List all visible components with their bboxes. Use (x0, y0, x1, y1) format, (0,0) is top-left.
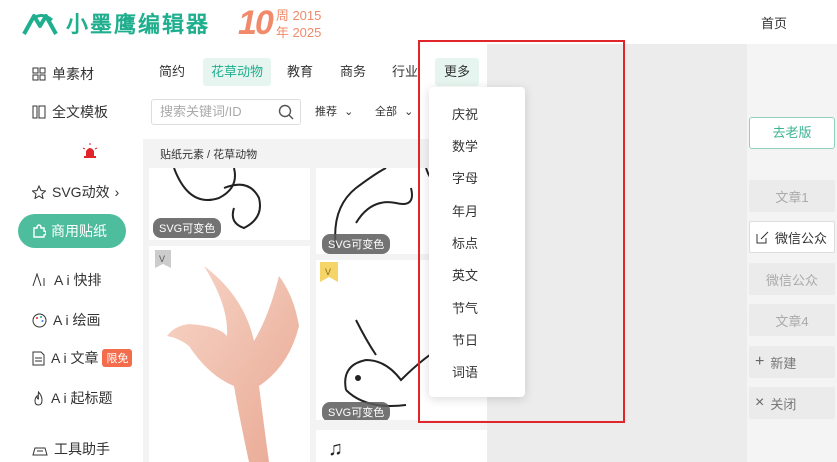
scope-select[interactable]: 全部 ⌄ (375, 99, 413, 125)
logo-text: 小墨鹰编辑器 (66, 12, 211, 37)
app-root: 小墨鹰编辑器 10 周 2015 年 2025 首页 单素材 全文模板 SVG动… (0, 0, 837, 462)
sidebar-item-label: 单素材 (52, 66, 94, 82)
anniversary-banner: 10 周 2015 年 2025 (238, 4, 321, 43)
sticker-card[interactable]: SVG可变色 (149, 168, 310, 240)
svg-color-tag: SVG可变色 (322, 234, 391, 254)
search-placeholder: 搜索关键词/ID (160, 104, 242, 119)
dropdown-item-words[interactable]: 词语 (429, 362, 501, 381)
chevron-right-icon: › (114, 184, 120, 200)
svg-text:V: V (159, 254, 165, 264)
article-tab-label: 微信公众 (775, 230, 828, 246)
left-sidebar: 单素材 全文模板 SVG动效 › 商用贴纸 A i 快排 A i 绘画 A i … (0, 44, 143, 462)
tab-more[interactable]: 更多 (435, 58, 479, 86)
doc-icon (32, 351, 45, 365)
svg-text:V: V (325, 267, 331, 277)
sidebar-item-single-material[interactable]: 单素材 (32, 64, 94, 84)
anniversary-number: 10 (238, 4, 274, 42)
sidebar-item-full-template[interactable]: 全文模板 (32, 102, 108, 122)
close-article-button[interactable]: × 关闭 (749, 387, 835, 419)
scope-value: 全部 (375, 106, 397, 118)
free-badge: 限免 (102, 349, 133, 367)
dropdown-item-math[interactable]: 数学 (429, 136, 501, 155)
sticker-card[interactable]: ♫ (316, 430, 487, 462)
music-note-icon: ♫ (328, 438, 343, 460)
grid-icon (32, 67, 46, 81)
home-link[interactable]: 首页 (761, 13, 787, 32)
ai-icon (32, 273, 45, 287)
svg-color-tag: SVG可变色 (153, 218, 222, 238)
vip-icon: V (155, 250, 171, 268)
palette-icon (32, 313, 47, 327)
star-icon (32, 185, 46, 199)
sidebar-item-ai-article[interactable]: A i 文章 限免 (32, 348, 133, 368)
vip-gold-icon: V (320, 262, 338, 282)
sidebar-item-label: 全文模板 (52, 104, 108, 120)
article-tab[interactable]: 文章1 (749, 180, 835, 212)
dropdown-item-year-month[interactable]: 年月 (429, 201, 501, 220)
sidebar-item-label: A i 快排 (54, 272, 102, 288)
sidebar-item-label: A i 文章 (51, 350, 99, 366)
anniversary-line-1: 周 2015 (275, 7, 322, 23)
sidebar-item-ai-title[interactable]: A i 起标题 (32, 388, 112, 408)
editor-canvas-area (487, 44, 747, 462)
sidebar-item-label: SVG动效 (52, 184, 110, 200)
anniversary-line-2: 年 2025 (275, 24, 322, 40)
chevron-down-icon: ⌄ (404, 106, 414, 118)
sidebar-item-svg-effects[interactable]: SVG动效 › (32, 182, 119, 202)
new-article-button[interactable]: + 新建 (749, 346, 835, 378)
sidebar-item-label: A i 绘画 (53, 312, 101, 328)
sort-select[interactable]: 推荐 ⌄ (315, 99, 353, 125)
old-version-button[interactable]: 去老版 (749, 117, 835, 149)
sticker-card[interactable]: V (149, 246, 310, 462)
dropdown-item-celebrate[interactable]: 庆祝 (429, 104, 501, 123)
sidebar-item-ai-layout[interactable]: A i 快排 (32, 270, 101, 290)
tab-simple[interactable]: 简约 (153, 58, 191, 86)
sort-value: 推荐 (315, 106, 337, 118)
dropdown-item-letters[interactable]: 字母 (429, 168, 501, 187)
sidebar-item-label: 商用贴纸 (51, 223, 107, 239)
dropdown-item-punctuation[interactable]: 标点 (429, 233, 501, 252)
tab-business[interactable]: 商务 (336, 58, 370, 86)
tool-icon (32, 447, 48, 456)
article-tab[interactable]: 微信公众 (749, 263, 835, 295)
close-article-label: 关闭 (770, 396, 797, 412)
edit-icon (756, 231, 769, 243)
more-dropdown-menu: 庆祝 数学 字母 年月 标点 英文 节气 节日 词语 (429, 87, 525, 397)
sidebar-item-commercial-stickers[interactable]: 商用贴纸 (18, 214, 126, 248)
sidebar-item-label: 工具助手 (54, 441, 110, 457)
chevron-down-icon: ⌄ (344, 106, 354, 118)
dropdown-item-solar-terms[interactable]: 节气 (429, 298, 501, 317)
sidebar-item-ai-painting[interactable]: A i 绘画 (32, 310, 100, 330)
sidebar-item-tool-assistant[interactable]: 工具助手 (32, 439, 110, 459)
article-tab[interactable]: 文章4 (749, 304, 835, 336)
search-icon[interactable] (278, 104, 294, 120)
top-header: 小墨鹰编辑器 10 周 2015 年 2025 首页 (0, 0, 837, 44)
tab-flowers-animals[interactable]: 花草动物 (203, 58, 271, 86)
svg-color-tag: SVG可变色 (322, 402, 391, 420)
tab-education[interactable]: 教育 (283, 58, 317, 86)
close-icon: × (755, 394, 765, 411)
logo-mark-icon (22, 14, 58, 35)
sidebar-item-label: A i 起标题 (51, 390, 113, 406)
dropdown-item-english[interactable]: 英文 (429, 265, 501, 284)
puzzle-icon (33, 224, 46, 238)
article-tab-current[interactable]: 微信公众 (749, 221, 835, 253)
dropdown-item-festivals[interactable]: 节日 (429, 330, 501, 349)
breadcrumb: 贴纸元素 / 花草动物 (160, 149, 258, 161)
new-article-label: 新建 (770, 355, 797, 371)
logo[interactable]: 小墨鹰编辑器 (22, 8, 210, 38)
fire-icon (34, 390, 43, 406)
template-icon (32, 105, 46, 119)
dove-image (167, 266, 299, 462)
plus-icon: + (755, 353, 765, 370)
search-input[interactable]: 搜索关键词/ID (151, 99, 301, 125)
tab-industry[interactable]: 行业 (388, 58, 422, 86)
alarm-light-icon (82, 143, 98, 158)
anniversary-years: 周 2015 年 2025 (276, 7, 322, 41)
